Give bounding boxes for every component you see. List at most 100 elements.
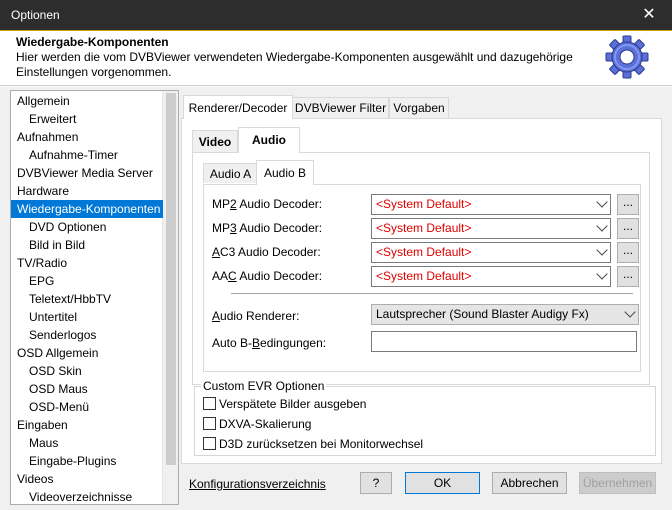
tree-item-label: Aufnahmen xyxy=(17,130,79,144)
help-button[interactable]: ? xyxy=(360,472,392,494)
decoder-select[interactable]: <System Default> xyxy=(371,242,611,263)
chevron-down-icon xyxy=(596,244,608,256)
tab-audio-b[interactable]: Audio B xyxy=(256,160,314,185)
chevron-down-icon xyxy=(596,196,608,208)
content-area: Allgemein Erweitert Aufnahmen Aufnahme-Time… xyxy=(0,87,672,510)
browse-button[interactable]: ... xyxy=(617,218,639,239)
tab-video[interactable]: Video xyxy=(192,130,238,152)
tree-item-label: Bild in Bild xyxy=(29,238,86,252)
tree-item[interactable]: Maus xyxy=(11,434,163,452)
tree-item[interactable]: Senderlogos xyxy=(11,326,163,344)
tree-item[interactable]: Aufnahme-Timer xyxy=(11,146,163,164)
tree-item[interactable]: Eingaben xyxy=(11,416,163,434)
tree-item[interactable]: Videos xyxy=(11,470,163,488)
tree-item[interactable]: OSD Allgemein xyxy=(11,344,163,362)
tree-item-label: Aufnahme-Timer xyxy=(29,148,118,162)
tree-item-label: Videos xyxy=(17,472,54,486)
tree-item[interactable]: Wiedergabe-Komponenten xyxy=(11,200,163,218)
tab-renderer-decoder[interactable]: Renderer/Decoder xyxy=(183,95,293,119)
tree-item[interactable]: DVD Optionen xyxy=(11,218,163,236)
auto-b-label: Auto B-Bedingungen: xyxy=(212,336,327,350)
tree-item[interactable]: Aufnahmen xyxy=(11,128,163,146)
decoder-select[interactable]: <System Default> xyxy=(371,194,611,215)
audio-renderer-value: Lautsprecher (Sound Blaster Audigy Fx) xyxy=(376,307,589,321)
tree-item-label: EPG xyxy=(29,274,55,288)
tree-item-label: OSD Allgemein xyxy=(17,346,99,360)
browse-button[interactable]: ... xyxy=(617,242,639,263)
tree-item[interactable]: Allgemein xyxy=(11,92,163,110)
checkbox-dxva-skalierung[interactable]: DXVA-Skalierung xyxy=(203,417,311,433)
custom-evr-group: Custom EVR Optionen Verspätete Bilder au… xyxy=(194,379,656,456)
scrollbar-thumb[interactable] xyxy=(166,93,176,465)
tree-item[interactable]: EPG xyxy=(11,272,163,290)
tree-item[interactable]: OSD Skin xyxy=(11,362,163,380)
audio-page: Audio A Audio B Audio Renderer: Lautspre… xyxy=(192,152,650,385)
tree-item[interactable]: Hardware xyxy=(11,182,163,200)
checkbox-box[interactable] xyxy=(203,437,216,450)
tree-item-label: Wiedergabe-Komponenten xyxy=(17,202,161,216)
close-icon[interactable]: ✕ xyxy=(626,0,672,31)
decoder-select[interactable]: <System Default> xyxy=(371,218,611,239)
decoder-label: AC3 Audio Decoder: xyxy=(212,245,321,259)
tree-item-label: OSD-Menü xyxy=(29,400,90,414)
page-title: Wiedergabe-Komponenten xyxy=(16,35,169,49)
tab-vorgaben[interactable]: Vorgaben xyxy=(389,97,449,119)
tree-item[interactable]: OSD-Menü xyxy=(11,398,163,416)
tree-item-label: DVD Optionen xyxy=(29,220,107,234)
checkbox-box[interactable] xyxy=(203,417,216,430)
decoder-select[interactable]: <System Default> xyxy=(371,266,611,287)
decoder-label: MP3 Audio Decoder: xyxy=(212,221,323,235)
tree-item[interactable]: Untertitel xyxy=(11,308,163,326)
tree-item-label: DVBViewer Media Server xyxy=(17,166,153,180)
tree-item[interactable]: TV/Radio xyxy=(11,254,163,272)
checkbox-verspaetete-bilder[interactable]: Verspätete Bilder ausgeben xyxy=(203,397,366,413)
tree-item[interactable]: Bild in Bild xyxy=(11,236,163,254)
apply-button[interactable]: Übernehmen xyxy=(579,472,656,494)
cancel-button[interactable]: Abbrechen xyxy=(492,472,567,494)
tree-item-label: Teletext/HbbTV xyxy=(29,292,112,306)
decoder-value: <System Default> xyxy=(376,269,472,283)
tree-scrollbar[interactable] xyxy=(162,91,178,504)
tree-item-label: Maus xyxy=(29,436,59,450)
audio-renderer-label: Audio Renderer: xyxy=(212,309,300,323)
checkbox-d3d-zuruecksetzen[interactable]: D3D zurücksetzen bei Monitorwechsel xyxy=(203,437,423,453)
tree-item-label: OSD Maus xyxy=(29,382,88,396)
tab-audio-a[interactable]: Audio A xyxy=(203,163,258,183)
tree-item-label: Hardware xyxy=(17,184,70,198)
tree-item-label: Eingabe-Plugins xyxy=(29,454,117,468)
page-description: Hier werden die vom DVBViewer verwendete… xyxy=(16,50,573,79)
tab-dvbviewer-filter[interactable]: DVBViewer Filter xyxy=(292,97,389,119)
tree-item-label: Erweitert xyxy=(29,112,77,126)
config-directory-link[interactable]: Konfigurationsverzeichnis xyxy=(189,477,326,491)
tree-item-label: Allgemein xyxy=(17,94,70,108)
tree-item[interactable]: OSD Maus xyxy=(11,380,163,398)
tree-item-label: TV/Radio xyxy=(17,256,68,270)
tree-item-label: OSD Skin xyxy=(29,364,82,378)
decoder-value: <System Default> xyxy=(376,221,472,235)
checkbox-box[interactable] xyxy=(203,397,216,410)
browse-button[interactable]: ... xyxy=(617,266,639,287)
title-bar: Optionen ✕ xyxy=(0,0,672,31)
decoder-label: MP2 Audio Decoder: xyxy=(212,197,323,211)
tree-item[interactable]: Eingabe-Plugins xyxy=(11,452,163,470)
tree-item-label: Eingaben xyxy=(17,418,68,432)
tree-item[interactable]: Videoverzeichnisse xyxy=(11,488,163,504)
gear-icon xyxy=(605,35,649,79)
browse-button[interactable]: ... xyxy=(617,194,639,215)
tree-item-label: Senderlogos xyxy=(29,328,97,342)
audio-renderer-select[interactable]: Lautsprecher (Sound Blaster Audigy Fx) xyxy=(371,304,639,325)
ok-button[interactable]: OK xyxy=(405,472,480,494)
separator xyxy=(231,293,633,294)
chevron-down-icon xyxy=(596,268,608,280)
tree-item[interactable]: DVBViewer Media Server xyxy=(11,164,163,182)
custom-evr-title: Custom EVR Optionen xyxy=(201,379,327,393)
decoder-label: AAC Audio Decoder: xyxy=(212,269,323,283)
chevron-down-icon xyxy=(596,220,608,232)
auto-b-input[interactable] xyxy=(371,331,637,352)
tree-item[interactable]: Erweitert xyxy=(11,110,163,128)
tab-audio[interactable]: Audio xyxy=(238,127,300,153)
options-tree[interactable]: Allgemein Erweitert Aufnahmen Aufnahme-Time… xyxy=(10,90,179,505)
page-header: Wiedergabe-Komponenten Hier werden die v… xyxy=(0,31,672,86)
tree-item[interactable]: Teletext/HbbTV xyxy=(11,290,163,308)
window-title: Optionen xyxy=(11,8,60,22)
